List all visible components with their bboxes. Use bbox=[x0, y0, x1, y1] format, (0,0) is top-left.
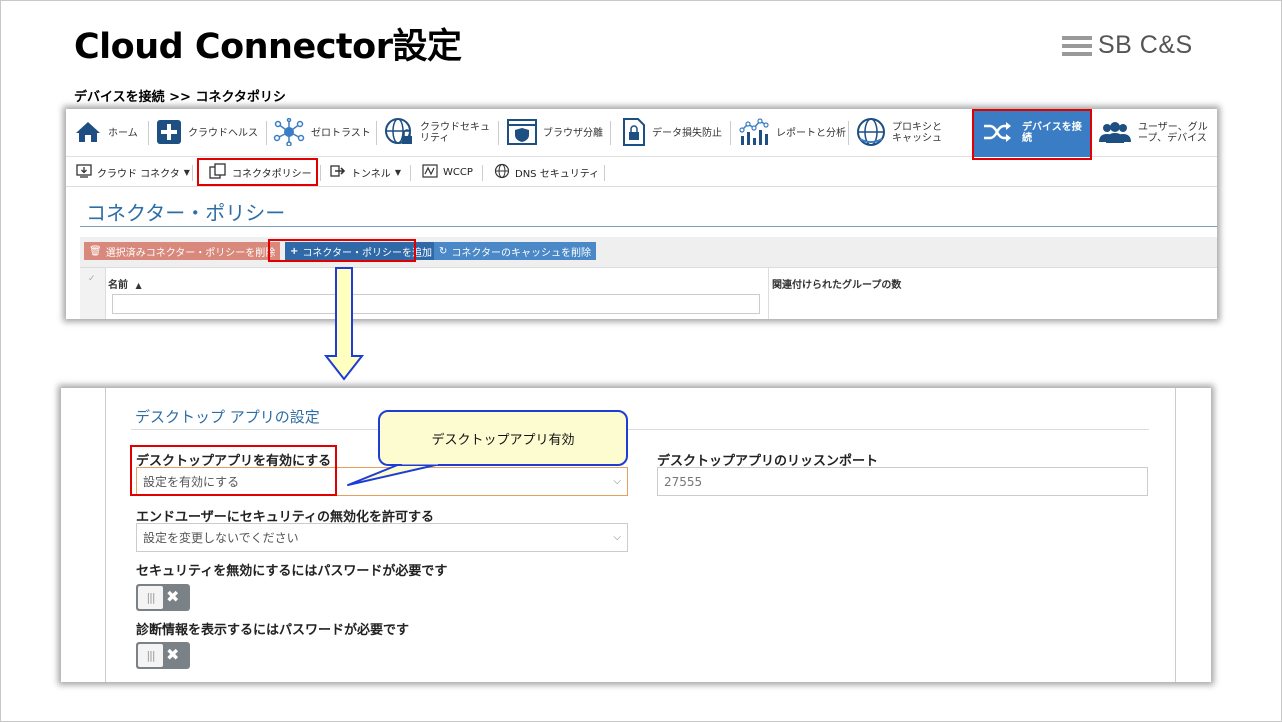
password-diagnostics-toggle[interactable]: ||| ✖ bbox=[136, 642, 190, 669]
password-disable-security-label: セキュリティを無効にするにはパスワードが必要です bbox=[136, 564, 448, 579]
close-icon: ✖ bbox=[166, 645, 180, 664]
close-icon: ✖ bbox=[166, 587, 180, 606]
divider bbox=[1175, 388, 1176, 682]
callout-bubble: デスクトップアプリ有効 bbox=[378, 410, 628, 466]
listen-port-input[interactable]: 27555 bbox=[657, 467, 1148, 496]
divider bbox=[131, 429, 1149, 430]
chevron-down-icon: ⌵ bbox=[613, 532, 621, 543]
toggle-grip-icon: ||| bbox=[138, 586, 163, 609]
chevron-down-icon: ⌵ bbox=[613, 476, 621, 487]
allow-disable-security-select[interactable]: 設定を変更しないでください ⌵ bbox=[136, 523, 628, 552]
divider bbox=[105, 388, 106, 682]
section-title: デスクトップ アプリの設定 bbox=[135, 408, 320, 426]
highlight-enable-desktop-app bbox=[130, 445, 337, 496]
desktop-app-settings-screenshot: デスクトップ アプリの設定 デスクトップアプリを有効にする 設定を有効にする ⌵… bbox=[61, 388, 1211, 682]
password-disable-security-toggle[interactable]: ||| ✖ bbox=[136, 584, 190, 611]
callout-text: デスクトップアプリ有効 bbox=[431, 432, 575, 448]
toggle-grip-icon: ||| bbox=[138, 644, 163, 667]
password-diagnostics-label: 診断情報を表示するにはパスワードが必要です bbox=[136, 623, 410, 638]
